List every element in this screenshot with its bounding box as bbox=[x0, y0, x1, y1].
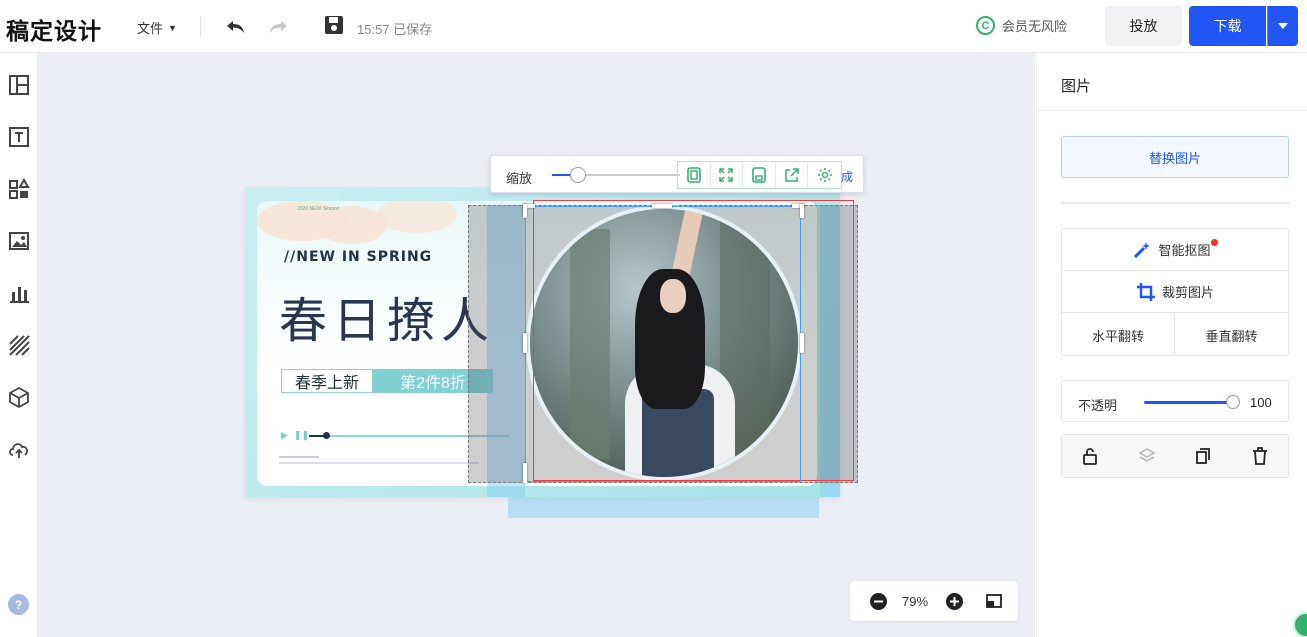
fine-print bbox=[279, 462, 479, 464]
zoom-control: 79% bbox=[850, 581, 1018, 621]
floating-badge[interactable] bbox=[1293, 612, 1307, 637]
flip-row: 水平翻转 垂直翻转 bbox=[1062, 314, 1288, 356]
upload-icon[interactable] bbox=[7, 437, 31, 461]
replace-image-button[interactable]: 替换图片 bbox=[1061, 136, 1289, 178]
divider bbox=[1037, 110, 1307, 111]
crop-handle[interactable] bbox=[652, 204, 672, 208]
crop-image-label: 裁剪图片 bbox=[1161, 285, 1214, 300]
fit-screen-icon[interactable] bbox=[986, 593, 1002, 614]
zoom-percentage[interactable]: 79% bbox=[902, 594, 928, 609]
crop-handle[interactable] bbox=[523, 333, 527, 353]
app-logo[interactable]: 稿定设计 bbox=[6, 12, 102, 46]
divider bbox=[200, 16, 201, 36]
flip-horizontal-button[interactable]: 水平翻转 bbox=[1062, 314, 1175, 356]
text-icon[interactable] bbox=[7, 125, 31, 149]
fine-print bbox=[279, 456, 319, 458]
petal-decoration bbox=[377, 201, 457, 233]
pause-icon: ❚❚ bbox=[293, 430, 310, 440]
file-menu-label: 文件 bbox=[137, 21, 164, 36]
layers-icon[interactable] bbox=[1119, 435, 1176, 477]
vip-label: 会员无风险 bbox=[1002, 19, 1068, 34]
save-crop-icon[interactable] bbox=[743, 162, 776, 188]
file-menu[interactable]: 文件 ▼ bbox=[137, 18, 177, 37]
download-options-button[interactable] bbox=[1267, 6, 1298, 46]
poster-subtitle: //NEW IN SPRING bbox=[284, 249, 433, 265]
play-icon: ▶ bbox=[281, 430, 288, 440]
poster-small-text: 2020 NEW Season bbox=[297, 206, 340, 212]
3d-cube-icon[interactable] bbox=[7, 385, 31, 409]
opacity-control: 不透明 100 bbox=[1061, 380, 1289, 422]
poster-tag-new: 春季上新 bbox=[281, 369, 373, 393]
properties-panel: 图片 替换图片 智能抠图 裁剪图片 水平翻转 垂直翻转 不透明 100 bbox=[1036, 53, 1307, 637]
top-bar: 稿定设计 文件 ▼ 15:57 已保存 C 会员无风险 投放 下载 bbox=[0, 0, 1307, 53]
player-dot bbox=[323, 432, 330, 439]
template-icon[interactable] bbox=[7, 73, 31, 97]
zoom-out-icon[interactable] bbox=[870, 593, 887, 615]
caret-down-icon: ▼ bbox=[168, 22, 177, 33]
image-tools-card: 智能抠图 裁剪图片 水平翻转 垂直翻转 bbox=[1061, 228, 1289, 356]
copyright-c-icon: C bbox=[976, 16, 995, 35]
crop-original-icon[interactable] bbox=[678, 162, 711, 188]
crop-handle[interactable] bbox=[523, 204, 527, 218]
crop-toolbar: 缩放 成 bbox=[490, 155, 864, 193]
save-status: 15:57 已保存 bbox=[357, 22, 433, 37]
opacity-track[interactable] bbox=[1144, 401, 1232, 404]
crop-zoom-label: 缩放 bbox=[506, 171, 533, 186]
left-sidebar: ? bbox=[0, 53, 38, 637]
crop-zoom-slider[interactable] bbox=[570, 167, 586, 183]
smart-cutout-label: 智能抠图 bbox=[1158, 243, 1211, 258]
opacity-value[interactable]: 100 bbox=[1250, 395, 1272, 410]
crop-handle[interactable] bbox=[800, 333, 804, 353]
smart-cutout-button[interactable]: 智能抠图 bbox=[1062, 229, 1288, 271]
help-icon[interactable]: ? bbox=[8, 594, 29, 615]
pattern-icon[interactable] bbox=[7, 333, 31, 357]
zoom-in-icon[interactable] bbox=[946, 593, 963, 615]
image-icon[interactable] bbox=[7, 229, 31, 253]
opacity-label: 不透明 bbox=[1078, 398, 1118, 413]
share-export-icon[interactable] bbox=[776, 162, 809, 188]
crop-handle[interactable] bbox=[523, 463, 527, 483]
elements-icon[interactable] bbox=[7, 177, 31, 201]
selection-frame[interactable] bbox=[525, 206, 801, 482]
layer-actions bbox=[1061, 434, 1289, 478]
unlock-icon[interactable] bbox=[1062, 435, 1119, 477]
caret-down-icon bbox=[1278, 23, 1288, 29]
settings-gear-icon[interactable] bbox=[808, 162, 841, 188]
poster-title: 春日撩人 bbox=[279, 293, 496, 349]
magic-wand-icon bbox=[1134, 241, 1151, 258]
fullscreen-fit-icon[interactable] bbox=[711, 162, 744, 188]
vip-guarantee-link[interactable]: C 会员无风险 bbox=[976, 16, 1067, 35]
download-button[interactable]: 下载 bbox=[1189, 6, 1266, 46]
delete-trash-icon[interactable] bbox=[1232, 435, 1289, 477]
undo-icon[interactable] bbox=[224, 14, 248, 43]
canvas-area[interactable]: 2020 NEW Season //NEW IN SPRING 春日撩人 春季上… bbox=[38, 53, 1035, 637]
crop-done-button[interactable]: 成 bbox=[841, 168, 853, 185]
chart-icon[interactable] bbox=[7, 281, 31, 305]
divider bbox=[1061, 202, 1289, 204]
crop-image-button[interactable]: 裁剪图片 bbox=[1062, 271, 1288, 313]
new-badge-dot bbox=[1210, 239, 1218, 246]
save-icon[interactable] bbox=[323, 14, 345, 41]
crop-handle[interactable] bbox=[800, 204, 804, 218]
redo-icon[interactable] bbox=[266, 14, 290, 43]
present-button[interactable]: 投放 bbox=[1105, 6, 1182, 46]
crop-icon bbox=[1136, 282, 1155, 301]
flip-vertical-button[interactable]: 垂直翻转 bbox=[1175, 314, 1288, 356]
crop-tool-group bbox=[677, 161, 842, 189]
opacity-slider[interactable] bbox=[1226, 395, 1240, 409]
player-controls: ▶ ❚❚ bbox=[281, 430, 309, 441]
duplicate-icon[interactable] bbox=[1175, 435, 1232, 477]
panel-title: 图片 bbox=[1061, 78, 1092, 95]
selection-guide bbox=[508, 497, 819, 518]
